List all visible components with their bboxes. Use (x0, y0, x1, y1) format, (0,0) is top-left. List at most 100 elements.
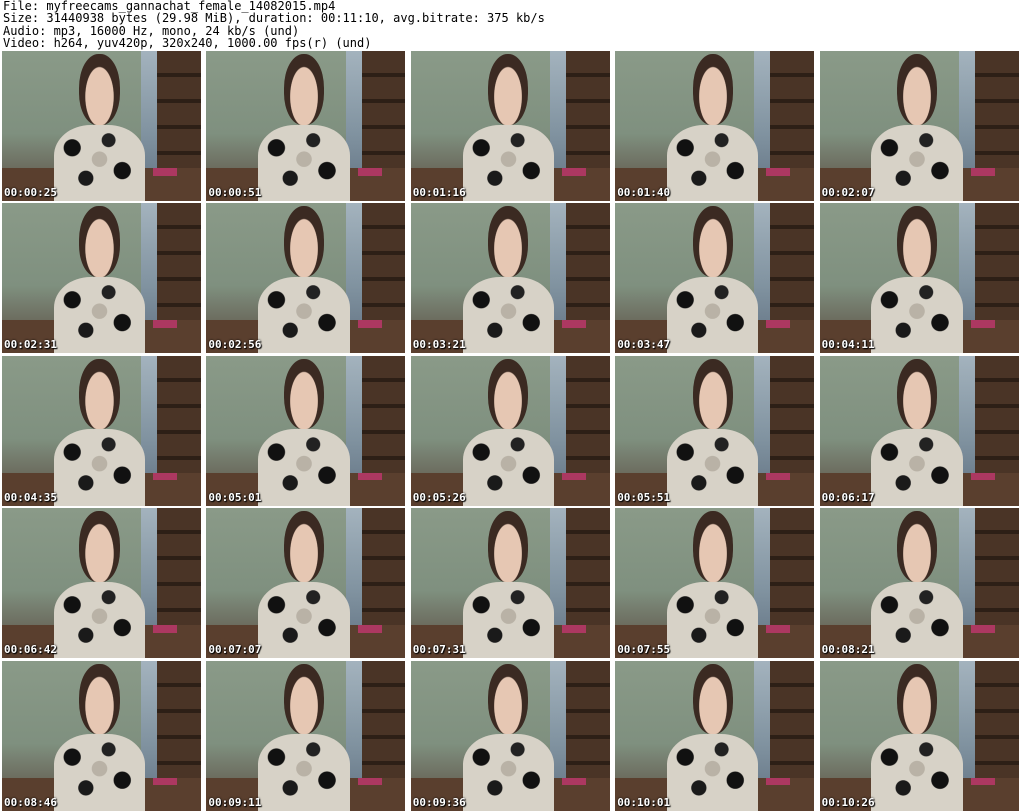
patterned-dress (462, 581, 555, 659)
thumbnail-timestamp: 00:07:55 (617, 643, 671, 657)
video-thumbnail: 00:09:11 (206, 660, 406, 811)
patterned-dress (53, 581, 146, 659)
person-head (79, 206, 120, 277)
person-head (488, 54, 529, 125)
person-head (896, 663, 938, 735)
thumbnail-timestamp: 00:09:11 (208, 795, 262, 809)
person-head (692, 358, 733, 430)
thumbnail-timestamp: 00:06:17 (821, 490, 875, 504)
person-head (896, 511, 938, 582)
patterned-dress (53, 734, 146, 811)
person-figure (53, 511, 146, 659)
pink-object (970, 168, 995, 176)
pink-object (153, 472, 178, 481)
patterned-dress (462, 276, 555, 354)
pink-object (357, 472, 382, 481)
person-figure (258, 358, 350, 506)
video-thumbnail: 00:10:26 (819, 660, 1019, 811)
person-head (896, 206, 938, 277)
video-thumbnail: 00:05:51 (615, 355, 815, 506)
thumbnail-timestamp: 00:10:01 (617, 795, 671, 809)
person-head (488, 358, 529, 430)
person-head (283, 663, 325, 735)
thumbnail-timestamp: 00:02:56 (208, 338, 262, 352)
person-head (488, 663, 529, 735)
pink-object (766, 777, 791, 786)
patterned-dress (462, 429, 555, 506)
person-head (692, 663, 733, 735)
video-thumbnail: 00:05:26 (410, 355, 610, 506)
video-thumbnail: 00:02:56 (206, 203, 406, 354)
video-thumbnail: 00:03:47 (615, 203, 815, 354)
thumbnail-timestamp: 00:07:07 (208, 643, 262, 657)
thumbnail-timestamp: 00:02:31 (4, 338, 57, 352)
pink-object (766, 472, 791, 481)
person-head (692, 54, 733, 125)
pink-object (153, 320, 178, 328)
pink-object (970, 320, 995, 328)
video-thumbnail: 00:02:31 (2, 203, 201, 354)
video-thumbnail: 00:06:42 (2, 508, 201, 659)
patterned-dress (871, 276, 963, 354)
pink-object (357, 777, 382, 786)
person-figure (53, 206, 146, 354)
person-figure (871, 358, 963, 506)
video-thumbnail: 00:10:01 (615, 660, 815, 811)
patterned-dress (871, 124, 963, 201)
thumbnail-timestamp: 00:04:35 (4, 490, 57, 504)
pink-object (153, 168, 178, 176)
thumbnail-timestamp: 00:04:11 (821, 338, 875, 352)
video-thumbnail: 00:01:40 (615, 51, 815, 201)
pink-object (562, 320, 586, 328)
person-head (283, 358, 325, 430)
person-figure (871, 54, 963, 201)
pink-object (562, 472, 586, 481)
person-figure (462, 54, 555, 201)
patterned-dress (666, 734, 759, 811)
thumbnail-timestamp: 00:08:21 (821, 643, 875, 657)
video-thumbnail: 00:07:31 (410, 508, 610, 659)
person-figure (666, 358, 759, 506)
patterned-dress (258, 276, 350, 354)
person-figure (462, 663, 555, 811)
thumbnail-timestamp: 00:08:46 (4, 795, 57, 809)
file-size-line: Size: 31440938 bytes (29.98 MiB), durati… (3, 11, 545, 26)
thumbnail-grid: 00:00:25 00:00:51 00:01:16 00:01:40 00:02:07… (0, 50, 1024, 811)
video-thumbnail: 00:00:51 (206, 51, 406, 201)
thumbnail-timestamp: 00:03:47 (617, 338, 671, 352)
person-head (692, 511, 733, 582)
person-figure (53, 663, 146, 811)
video-thumbnail: 00:07:55 (615, 508, 815, 659)
patterned-dress (53, 429, 146, 506)
person-figure (53, 358, 146, 506)
video-thumbnail: 00:07:07 (206, 508, 406, 659)
person-figure (871, 511, 963, 659)
pink-object (766, 168, 791, 176)
pink-object (970, 625, 995, 633)
patterned-dress (53, 276, 146, 354)
pink-object (970, 777, 995, 786)
patterned-dress (258, 124, 350, 201)
person-head (896, 54, 938, 125)
person-head (488, 511, 529, 582)
patterned-dress (871, 429, 963, 506)
thumbnail-timestamp: 00:10:26 (821, 795, 875, 809)
video-thumbnail: 00:00:25 (2, 51, 201, 201)
person-head (488, 206, 529, 277)
patterned-dress (666, 124, 759, 201)
patterned-dress (871, 734, 963, 811)
thumbnail-timestamp: 00:07:31 (412, 643, 466, 657)
person-head (79, 54, 120, 125)
video-thumbnail: 00:08:21 (819, 508, 1019, 659)
patterned-dress (666, 276, 759, 354)
pink-object (562, 625, 586, 633)
person-figure (871, 206, 963, 354)
patterned-dress (258, 429, 350, 506)
pink-object (766, 625, 791, 633)
person-head (79, 511, 120, 582)
thumbnail-timestamp: 00:09:36 (412, 795, 466, 809)
video-thumbnail: 00:01:16 (410, 51, 610, 201)
patterned-dress (871, 581, 963, 659)
person-figure (666, 511, 759, 659)
thumbnail-timestamp: 00:05:01 (208, 490, 262, 504)
